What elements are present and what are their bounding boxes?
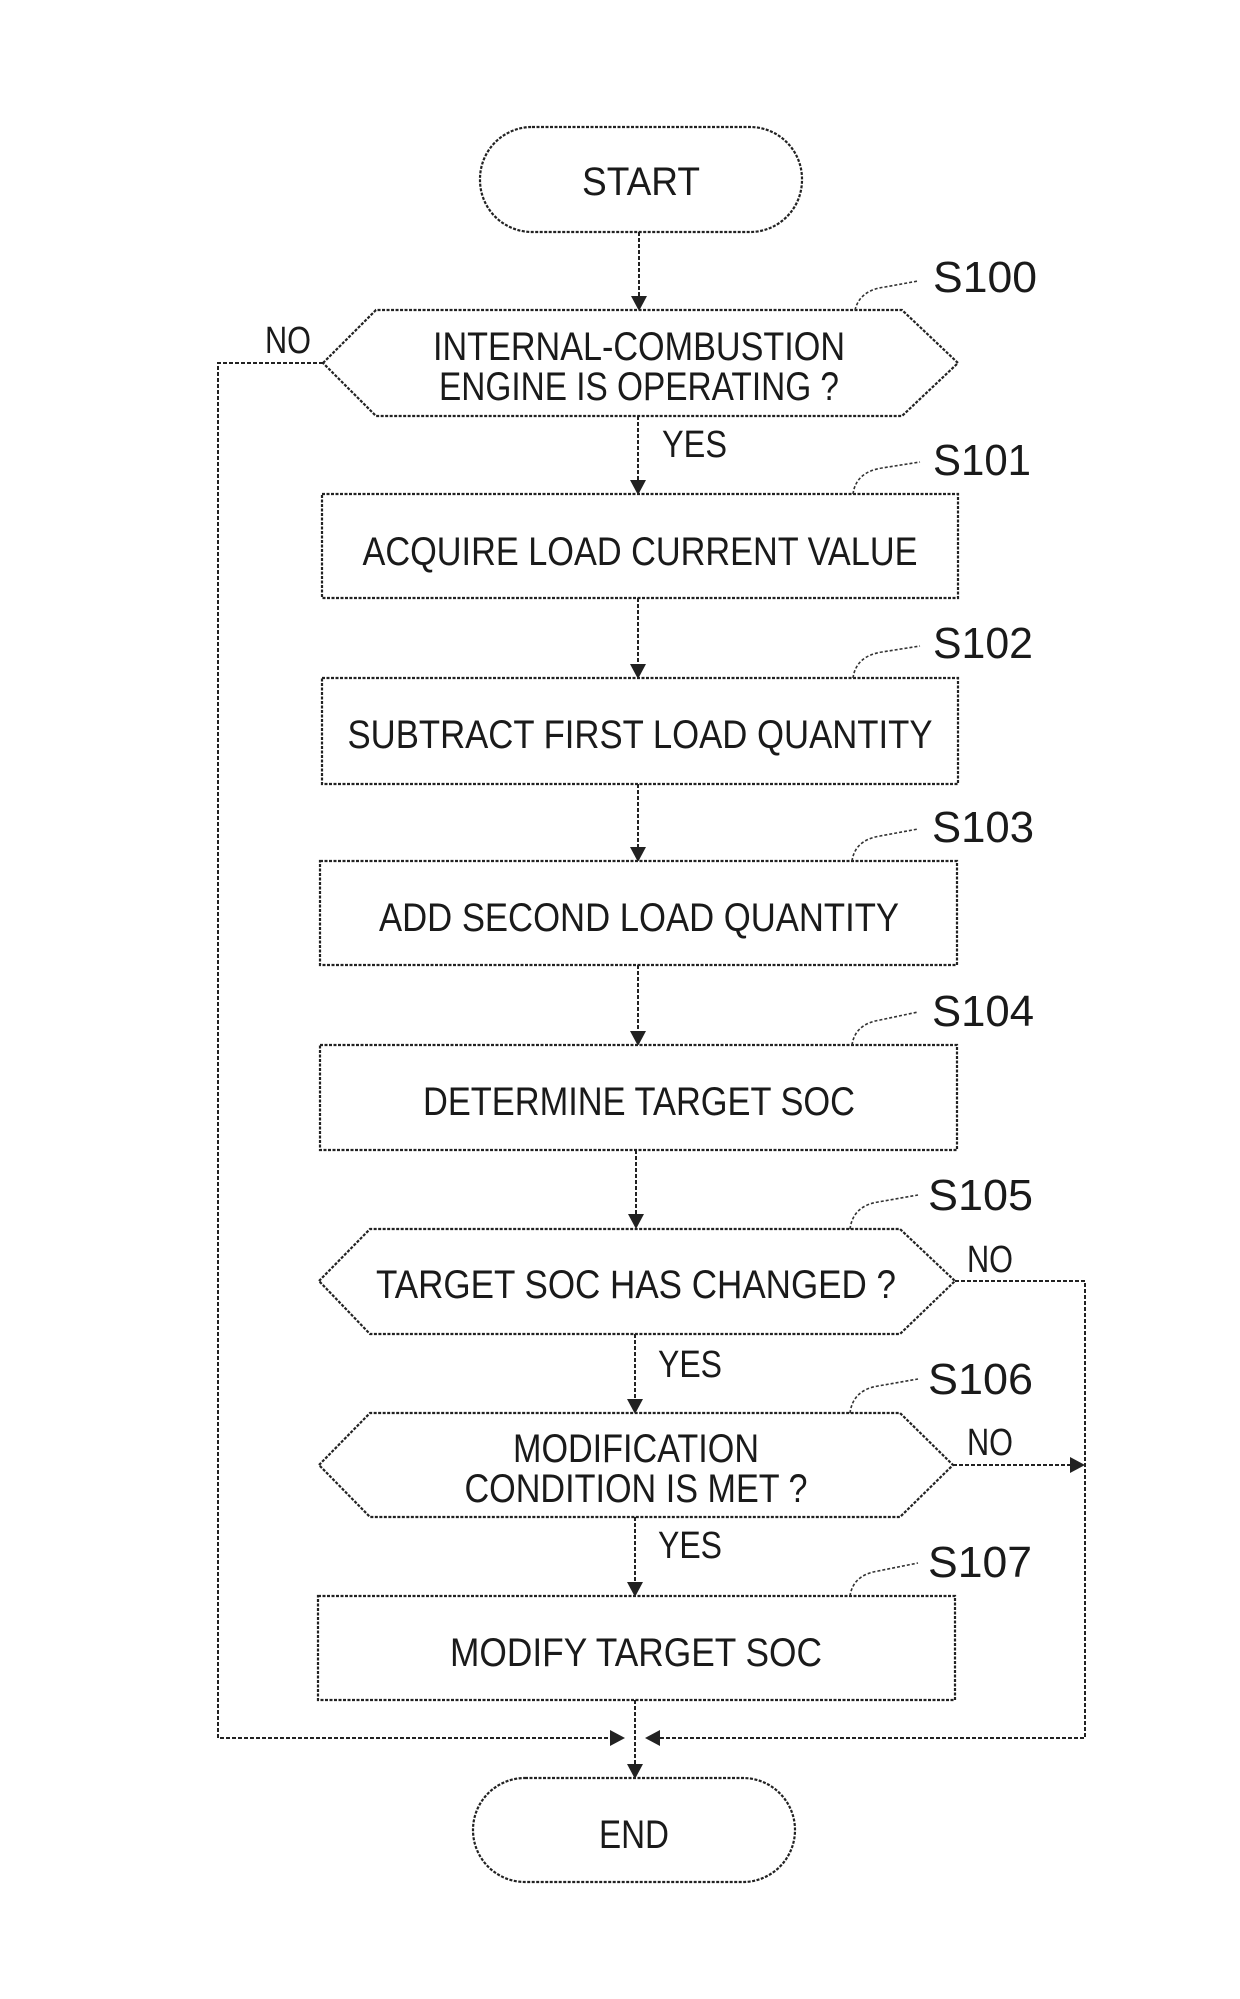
decision-s100-text-line2: ENGINE IS OPERATING ?: [439, 365, 839, 409]
start-label: START: [582, 160, 700, 204]
flowchart-diagram: START INTERNAL-COMBUSTION ENGINE IS OPER…: [217, 125, 1086, 1884]
end-terminal: END: [471, 1776, 797, 1884]
branch-label-no-s106: NO: [967, 1422, 1013, 1464]
step-label-s104: S104: [932, 987, 1034, 1036]
step-label-leader: [849, 1378, 919, 1414]
start-terminal: START: [478, 125, 804, 234]
decision-s106: MODIFICATION CONDITION IS MET ? S106 NO …: [317, 1355, 1033, 1567]
arrow-head-icon: [610, 1730, 625, 1746]
arrow-head-icon: [630, 847, 646, 862]
arrow-head-icon: [1070, 1457, 1085, 1473]
process-s104-text: DETERMINE TARGET SOC: [423, 1080, 855, 1124]
process-s103-text: ADD SECOND LOAD QUANTITY: [379, 896, 899, 940]
process-s101-text: ACQUIRE LOAD CURRENT VALUE: [363, 530, 918, 574]
decision-s106-text-line1: MODIFICATION: [513, 1427, 759, 1471]
decision-s105-text: TARGET SOC HAS CHANGED ?: [376, 1263, 896, 1307]
process-s103: ADD SECOND LOAD QUANTITY S103: [318, 803, 1034, 967]
step-label-leader: [849, 1562, 919, 1597]
step-label-s106: S106: [928, 1355, 1033, 1404]
end-label: END: [599, 1813, 669, 1857]
branch-label-yes-s100: YES: [662, 424, 727, 466]
arrow-head-icon: [627, 1399, 643, 1414]
arrow-head-icon: [627, 1582, 643, 1597]
step-label-s101: S101: [933, 436, 1031, 485]
arrow-head-icon: [628, 1214, 644, 1229]
arrow-head-icon: [645, 1730, 660, 1746]
branch-label-no-s105: NO: [967, 1239, 1013, 1281]
branch-label-yes-s106: YES: [658, 1525, 722, 1567]
decision-s100-text-line1: INTERNAL-COMBUSTION: [433, 325, 845, 369]
decision-s106-text-line2: CONDITION IS MET ?: [465, 1467, 808, 1511]
step-label-leader: [852, 461, 921, 495]
step-label-s100: S100: [933, 253, 1037, 302]
step-label-leader: [852, 645, 921, 679]
step-label-leader: [851, 828, 919, 862]
arrow-head-icon: [630, 664, 646, 679]
step-label-s103: S103: [932, 803, 1034, 852]
arrow-head-icon: [627, 1764, 643, 1779]
process-s107-text: MODIFY TARGET SOC: [450, 1631, 822, 1675]
decision-s105: TARGET SOC HAS CHANGED ? S105 NO YES: [317, 1171, 1033, 1386]
process-s102: SUBTRACT FIRST LOAD QUANTITY S102: [320, 619, 1033, 786]
decision-s100: INTERNAL-COMBUSTION ENGINE IS OPERATING …: [265, 253, 1037, 466]
branch-label-yes-s105: YES: [658, 1344, 722, 1386]
step-label-leader: [854, 280, 919, 311]
arrow-head-icon: [630, 1031, 646, 1046]
branch-label-no-s100: NO: [265, 320, 311, 362]
arrow-head-icon: [631, 296, 647, 311]
process-s104: DETERMINE TARGET SOC S104: [318, 987, 1034, 1152]
process-s102-text: SUBTRACT FIRST LOAD QUANTITY: [348, 713, 933, 757]
arrow-head-icon: [630, 480, 646, 495]
step-label-leader: [849, 1194, 919, 1230]
step-label-s102: S102: [933, 619, 1033, 668]
step-label-leader: [851, 1011, 919, 1046]
step-label-s105: S105: [928, 1171, 1033, 1220]
step-label-s107: S107: [928, 1538, 1032, 1587]
